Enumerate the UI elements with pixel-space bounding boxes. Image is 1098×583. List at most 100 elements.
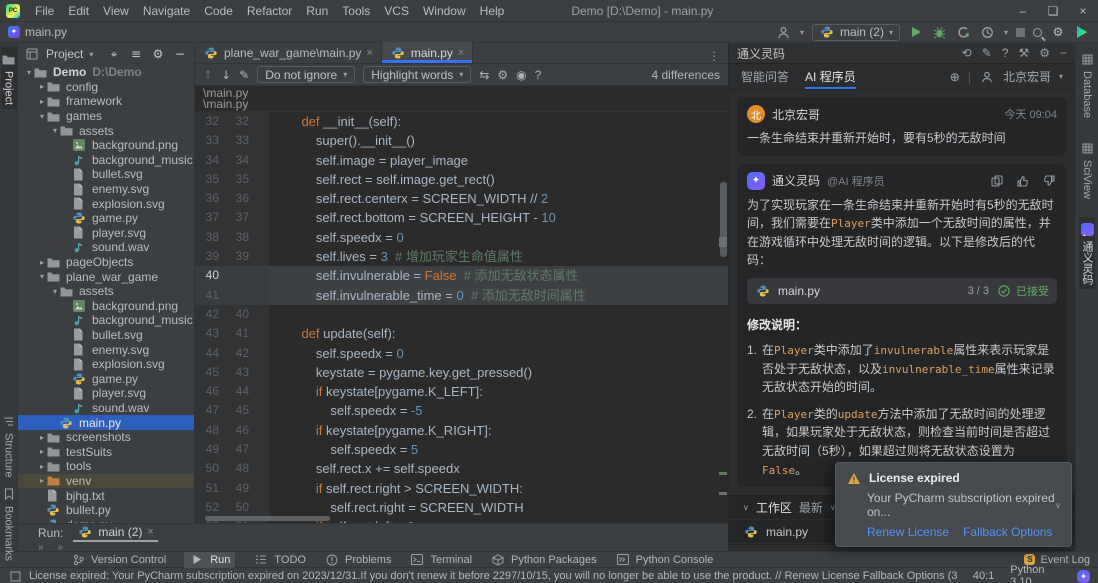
project-panel-title[interactable]: Project <box>46 47 83 61</box>
menu-refactor[interactable]: Refactor <box>240 4 299 18</box>
tree-item-game-py[interactable]: game.py <box>18 371 194 386</box>
new-chat-icon[interactable]: ✎ <box>982 46 992 60</box>
hide-chat-panel-icon[interactable]: − <box>1060 46 1067 60</box>
code-line-45[interactable]: 4543 keystate = pygame.key.get_pressed() <box>195 363 728 382</box>
stripe-button-database[interactable]: Database <box>1079 47 1095 122</box>
code-line-50[interactable]: 5048 self.rect.x += self.speedx <box>195 459 728 478</box>
tree-item-demo[interactable]: ▾DemoD:\Demo <box>18 65 194 80</box>
account-chevron[interactable]: ▾ <box>1059 72 1063 81</box>
chat-help-icon[interactable]: ? <box>1002 46 1009 60</box>
code-line-40[interactable]: 40 self.invulnerable = False # 添加无敌状态属性 <box>195 266 728 285</box>
code-editor[interactable]: 3232 def __init__(self):3333 super().__i… <box>195 112 728 523</box>
menu-edit[interactable]: Edit <box>61 4 96 18</box>
tree-item-bullet-py[interactable]: bullet.py <box>18 503 194 518</box>
code-line-42[interactable]: 4240 <box>195 305 728 324</box>
tree-item-explosion-svg[interactable]: explosion.svg <box>18 357 194 372</box>
tree-item-config[interactable]: ▸config <box>18 80 194 95</box>
profiler-button[interactable] <box>980 24 996 40</box>
code-line-48[interactable]: 4846 if keystate[pygame.K_RIGHT]: <box>195 421 728 440</box>
tree-item-bjhg-txt[interactable]: bjhg.txt <box>18 488 194 503</box>
code-line-41[interactable]: 41 self.invulnerable_time = 0 # 添加无敌时间属性 <box>195 286 728 305</box>
tree-item-assets[interactable]: ▾assets <box>18 123 194 138</box>
toolwindow-terminal[interactable]: Terminal <box>409 552 472 568</box>
code-line-39[interactable]: 3939 self.lives = 3 # 增加玩家生命值属性 <box>195 247 728 266</box>
search-everywhere-icon[interactable] <box>1033 28 1042 37</box>
tree-chevron-icon[interactable]: ▸ <box>37 433 47 442</box>
code-line-49[interactable]: 4947 self.speedx = 5 <box>195 440 728 459</box>
panel-settings-icon[interactable]: ⚙ <box>150 46 166 62</box>
diff-settings-gear-icon[interactable]: ⚙ <box>497 68 508 82</box>
tree-item-player-svg[interactable]: player.svg <box>18 226 194 241</box>
minimize-button[interactable]: – <box>1008 0 1038 22</box>
account-name[interactable]: 北京宏哥 <box>1003 68 1051 85</box>
run-button[interactable] <box>908 24 924 40</box>
run-config-selector[interactable]: main (2) ▾ <box>812 24 900 41</box>
chat-settings-gear-icon[interactable]: ⚙ <box>1039 46 1050 60</box>
toolwindow-run[interactable]: Run <box>184 552 235 568</box>
tree-item-sound-wav[interactable]: sound.wav <box>18 240 194 255</box>
tree-chevron-icon[interactable]: ▾ <box>24 68 34 77</box>
tree-item-games[interactable]: ▾games <box>18 109 194 124</box>
user-profile-icon[interactable] <box>776 24 792 40</box>
tree-item-bullet-svg[interactable]: bullet.svg <box>18 167 194 182</box>
tree-item-sound-wav[interactable]: sound.wav <box>18 401 194 416</box>
renew-license-link[interactable]: Renew License <box>867 525 949 539</box>
menu-code[interactable]: Code <box>197 4 240 18</box>
tree-chevron-icon[interactable]: ▾ <box>50 126 60 135</box>
maximize-button[interactable]: ❏ <box>1038 0 1068 22</box>
close-tab-icon[interactable]: × <box>458 47 464 59</box>
tab-ai-programmer[interactable]: AI 程序员 <box>805 64 856 89</box>
close-run-tab-icon[interactable]: × <box>147 526 153 538</box>
tree-item-background-music-mp3[interactable]: background_music.mp3 <box>18 153 194 168</box>
previous-difference-icon[interactable]: ↑ <box>203 68 213 82</box>
breadcrumb[interactable]: ✦ main.py <box>8 25 67 39</box>
license-expired-notification[interactable]: License expired Your PyCharm subscriptio… <box>835 462 1072 547</box>
run-tab-main[interactable]: main (2) × <box>73 524 157 542</box>
tree-item-plane-war-game[interactable]: ▾plane_war_game <box>18 269 194 284</box>
debug-button[interactable] <box>932 24 948 40</box>
tree-item-game-py[interactable]: game.py <box>18 211 194 226</box>
highlight-policy-dropdown[interactable]: Highlight words▾ <box>363 66 471 83</box>
edit-icon[interactable]: ✎ <box>239 68 249 82</box>
editor-scrollbar[interactable] <box>719 112 727 523</box>
tree-chevron-icon[interactable]: ▾ <box>50 287 60 296</box>
status-message[interactable]: License expired: Your PyCharm subscripti… <box>29 570 961 582</box>
tree-chevron-icon[interactable]: ▸ <box>37 258 47 267</box>
tab-plane-war-game-main[interactable]: plane_war_game\main.py × <box>195 42 382 63</box>
tree-chevron-icon[interactable]: ▾ <box>37 272 47 281</box>
tree-chevron-icon[interactable]: ▸ <box>37 462 47 471</box>
next-difference-icon[interactable]: ↓ <box>221 68 231 82</box>
help-icon[interactable]: ? <box>535 68 542 82</box>
menu-file[interactable]: File <box>28 4 61 18</box>
stripe-button-bookmarks[interactable]: Bookmarks <box>1 482 17 565</box>
profiler-dropdown-chevron[interactable]: ▾ <box>1004 28 1008 37</box>
code-line-33[interactable]: 3333 super().__init__() <box>195 131 728 150</box>
lingma-status-icon[interactable]: ✦ <box>1077 570 1090 583</box>
code-line-44[interactable]: 4442 self.speedx = 0 <box>195 344 728 363</box>
close-button[interactable]: × <box>1068 0 1098 22</box>
tab-options-kebab-icon[interactable]: ⋮ <box>700 49 728 63</box>
tree-item-assets[interactable]: ▾assets <box>18 284 194 299</box>
code-line-38[interactable]: 3838 self.speedx = 0 <box>195 228 728 247</box>
toolwindow-python-packages[interactable]: Python Packages <box>490 552 597 568</box>
toolwindow-todo[interactable]: TODO <box>253 552 306 568</box>
tab-smart-qa[interactable]: 智能问答 <box>741 64 789 89</box>
tree-item-bullet-svg[interactable]: bullet.svg <box>18 328 194 343</box>
ignore-policy-dropdown[interactable]: Do not ignore▾ <box>257 66 355 83</box>
code-line-52[interactable]: 5250 self.rect.right = SCREEN_WIDTH <box>195 498 728 517</box>
tree-chevron-icon[interactable]: ▸ <box>37 97 47 106</box>
collapse-all-icon[interactable]: ≡ <box>128 46 144 62</box>
stripe-button-structure[interactable]: Structure <box>1 409 17 482</box>
toolwindow-python-console[interactable]: Python Console <box>615 552 714 568</box>
expand-notification-chevron[interactable]: ∨ <box>1055 501 1061 510</box>
coverage-button[interactable] <box>956 24 972 40</box>
stripe-button-project[interactable]: Project <box>1 47 17 109</box>
fallback-options-link[interactable]: Fallback Options <box>963 525 1052 539</box>
menu-view[interactable]: View <box>96 4 136 18</box>
menu-run[interactable]: Run <box>299 4 335 18</box>
collapse-chevron[interactable]: ∨ <box>743 503 749 512</box>
tree-item-tools[interactable]: ▸tools <box>18 459 194 474</box>
caret-position[interactable]: 40:1 <box>973 570 994 582</box>
tree-item-explosion-svg[interactable]: explosion.svg <box>18 196 194 211</box>
tree-item-testsuits[interactable]: ▸testSuits <box>18 444 194 459</box>
